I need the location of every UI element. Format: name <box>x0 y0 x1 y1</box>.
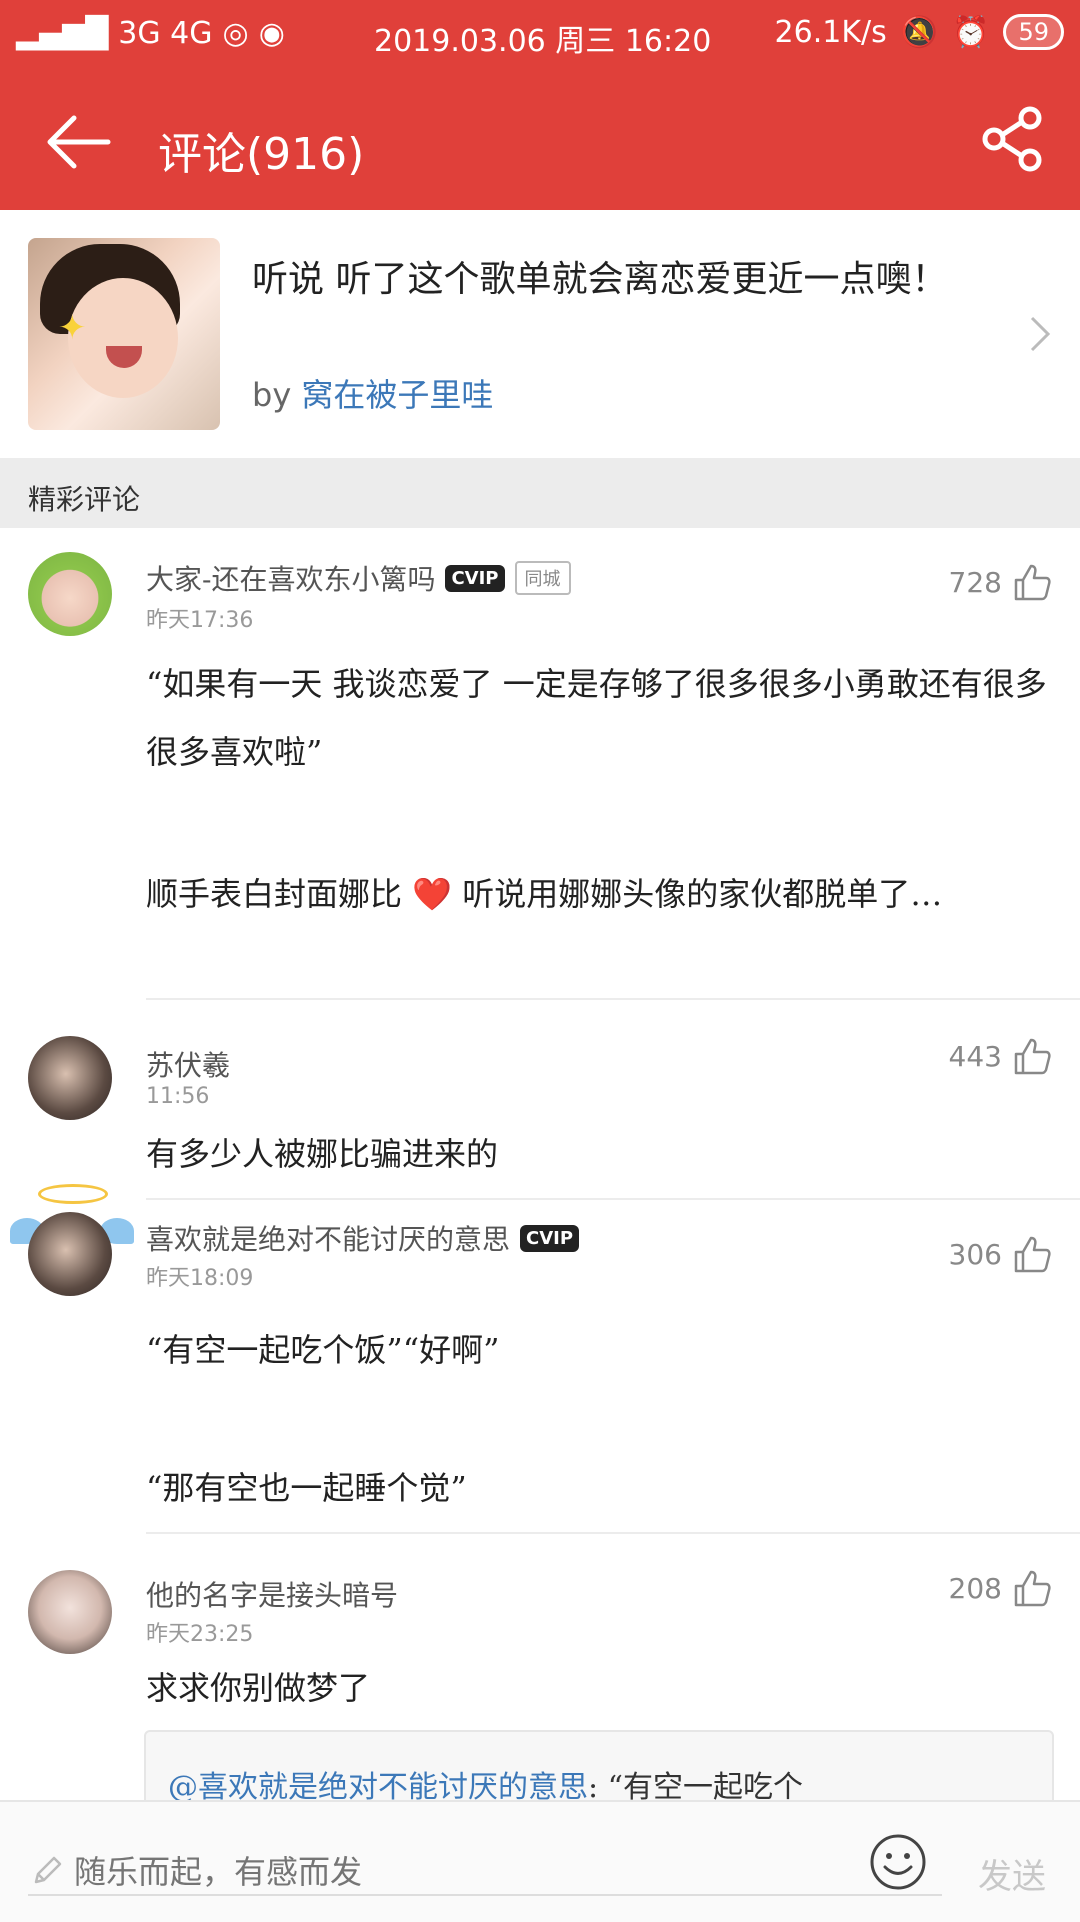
city-badge: 同城 <box>514 561 571 595</box>
comment-text: “如果有一天 我谈恋爱了 一定是存够了很多很多小勇敢还有很多很多喜欢啦” <box>146 665 1047 771</box>
pencil-icon <box>34 1856 62 1884</box>
playlist-byline: by 窝在被子里哇 <box>252 370 493 416</box>
signal-icon: ▂▄▆█ <box>16 16 109 51</box>
comment-input[interactable] <box>72 1852 816 1892</box>
thumbs-up-icon[interactable] <box>1012 1036 1052 1076</box>
alarm-icon: ⏰ <box>952 14 990 50</box>
like-control[interactable]: 728 <box>949 562 1052 602</box>
avatar[interactable] <box>28 1036 112 1120</box>
comment-item: 苏伏羲 11:56 443 有多少人被娜比骗进来的 <box>0 1000 1080 1200</box>
network-type: 3G 4G <box>118 16 213 51</box>
thumbs-up-icon[interactable] <box>1012 1234 1052 1274</box>
username: 苏伏羲 <box>146 1049 231 1082</box>
comment-user[interactable]: 喜欢就是绝对不能讨厌的意思 CVIP <box>146 1218 580 1258</box>
halo-decoration <box>38 1184 108 1204</box>
comment-time: 昨天17:36 <box>146 608 254 633</box>
playlist-author[interactable]: 窝在被子里哇 <box>301 376 493 414</box>
username: 大家-还在喜欢东小篱吗 <box>146 563 436 596</box>
comment-input-bar: 发送 <box>0 1800 1080 1922</box>
comment-user[interactable]: 他的名字是接头暗号 <box>146 1574 398 1614</box>
status-right: 26.1K/s 🔕 ⏰ 59 <box>775 14 1064 50</box>
emoji-smile-icon[interactable] <box>868 1832 928 1892</box>
comment-text: “那有空也一起睡个觉” <box>146 1469 467 1507</box>
status-datetime: 2019.03.06 周三 16:20 <box>374 24 712 59</box>
playlist-cover: ✦ <box>28 238 220 430</box>
avatar[interactable] <box>28 552 112 636</box>
avatar[interactable] <box>28 1570 112 1654</box>
app-header: 评论(916) <box>0 70 1080 210</box>
like-count: 306 <box>948 1237 1002 1271</box>
vip-badge: CVIP <box>445 564 505 592</box>
network-speed: 26.1K/s <box>774 14 887 50</box>
by-label: by <box>252 376 292 414</box>
like-count: 728 <box>948 565 1002 599</box>
like-count: 208 <box>948 1571 1002 1605</box>
comment-time: 11:56 <box>146 1084 210 1109</box>
comment-item: 大家-还在喜欢东小篱吗 CVIP 同城 昨天17:36 728 “如果有一天 我… <box>0 528 1080 1000</box>
eye-icon: ◉ <box>258 16 285 51</box>
comment-text: 求求你别做梦了 <box>146 1669 371 1707</box>
status-bar: ▂▄▆█ 3G 4G ◎ ◉ 2019.03.06 周三 16:20 26.1K… <box>0 0 1080 70</box>
section-header: 精彩评论 <box>0 458 1080 528</box>
thumbs-up-icon[interactable] <box>1012 1568 1052 1608</box>
username: 喜欢就是绝对不能讨厌的意思 <box>146 1223 511 1256</box>
vip-badge: CVIP <box>520 1224 580 1252</box>
like-count: 443 <box>948 1039 1002 1073</box>
status-left: ▂▄▆█ 3G 4G ◎ ◉ <box>16 16 285 51</box>
comment-text: “有空一起吃个饭”“好啊” <box>146 1331 500 1369</box>
comment-user[interactable]: 大家-还在喜欢东小篱吗 CVIP 同城 <box>146 558 571 598</box>
section-title: 精彩评论 <box>28 483 141 516</box>
thumbs-up-icon[interactable] <box>1012 562 1052 602</box>
comment-item: 喜欢就是绝对不能讨厌的意思 CVIP 昨天18:09 306 “有空一起吃个饭”… <box>0 1184 1080 1534</box>
like-control[interactable]: 306 <box>949 1234 1052 1274</box>
username: 他的名字是接头暗号 <box>146 1579 399 1612</box>
like-control[interactable]: 208 <box>949 1568 1052 1608</box>
comment-time: 昨天18:09 <box>146 1266 254 1291</box>
send-button[interactable]: 发送 <box>972 1848 1052 1899</box>
comment-item: 他的名字是接头暗号 昨天23:25 208 求求你别做梦了 @喜欢就是绝对不能讨… <box>0 1534 1080 1814</box>
back-arrow-icon[interactable] <box>44 114 114 170</box>
playlist-title: 听说 听了这个歌单就会离恋爱更近一点噢！ <box>252 259 948 300</box>
comment-text: 顺手表白封面娜比 ❤️ 听说用娜娜头像的家伙都脱单了… <box>146 875 943 913</box>
netease-icon: ◎ <box>222 16 249 51</box>
comment-text: 有多少人被娜比骗进来的 <box>146 1135 499 1173</box>
avatar[interactable] <box>28 1212 112 1296</box>
input-underline <box>28 1894 942 1896</box>
mute-icon: 🔕 <box>900 14 939 50</box>
playlist-summary[interactable]: ✦ 听说 听了这个歌单就会离恋爱更近一点噢！ by 窝在被子里哇 <box>0 210 1080 458</box>
like-control[interactable]: 443 <box>949 1036 1052 1076</box>
battery-level: 59 <box>1003 14 1064 50</box>
comment-user[interactable]: 苏伏羲 <box>146 1044 230 1084</box>
chevron-right-icon <box>1030 316 1051 352</box>
comment-time: 昨天23:25 <box>146 1622 254 1647</box>
share-icon[interactable] <box>980 106 1046 172</box>
page-title: 评论(916) <box>158 129 365 180</box>
